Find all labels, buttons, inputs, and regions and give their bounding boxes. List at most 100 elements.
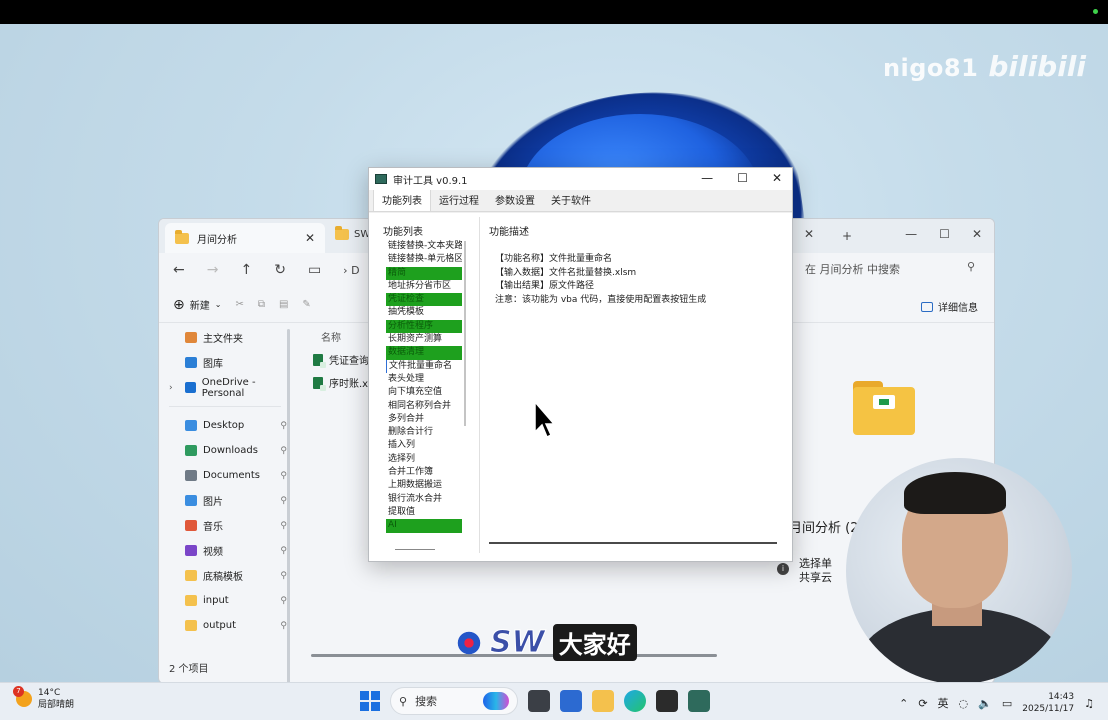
function-list-item[interactable]: 数据清理 — [386, 346, 462, 360]
quick-access-item[interactable]: Documents ⚲ — [159, 463, 291, 488]
function-list-item[interactable]: 抽凭模板 — [386, 306, 462, 319]
rename-icon[interactable]: ✎ — [302, 299, 310, 310]
network-icon[interactable]: ◌ — [959, 697, 969, 710]
quick-access-item[interactable]: 图片 ⚲ — [159, 488, 291, 513]
function-list-item[interactable]: 文件批量重命名 — [386, 359, 462, 373]
quick-access-item[interactable]: Downloads ⚲ — [159, 438, 291, 463]
sidebar-item[interactable]: 主文件夹 — [159, 325, 291, 350]
task-view-icon[interactable] — [528, 690, 550, 712]
function-list-item[interactable]: AI — [386, 519, 462, 533]
details-button[interactable]: 详细信息 — [921, 299, 978, 314]
forward-icon[interactable]: → — [207, 262, 219, 278]
function-list-item[interactable]: 分析性程序 — [386, 319, 462, 334]
close-tab-icon[interactable]: ✕ — [804, 227, 814, 241]
excel-file-icon — [313, 353, 326, 368]
pin-icon[interactable]: ⚲ — [280, 546, 287, 556]
maximize-icon[interactable]: ☐ — [939, 227, 950, 241]
notification-icon[interactable]: ♫ — [1084, 697, 1094, 710]
refresh-icon[interactable]: ↻ — [274, 262, 286, 278]
back-icon[interactable]: ← — [173, 262, 185, 278]
function-list: 链接替换-文本夹路 链接替换-单元格区 精简 地址拆分省市区 凭证检查 抽凭模板 分析性程序… — [386, 240, 462, 533]
quick-access-item[interactable]: output ⚲ — [159, 613, 291, 638]
clock[interactable]: 14:43 2025/11/17 — [1022, 691, 1074, 715]
details-hint: i 选择单 共享云 — [777, 557, 832, 585]
tool-tab[interactable]: 功能列表 — [373, 188, 431, 211]
taskbar-search[interactable]: ⚲ 搜索 — [390, 687, 518, 715]
function-list-item[interactable]: 提取值 — [386, 506, 462, 519]
function-list-item[interactable]: 精简 — [386, 266, 462, 280]
cut-icon[interactable]: ✂ — [235, 299, 243, 310]
store-icon[interactable] — [560, 690, 582, 712]
subtitle-logo-text: SW — [490, 625, 546, 661]
terminal-icon[interactable] — [656, 690, 678, 712]
quick-access-item[interactable]: Desktop ⚲ — [159, 413, 291, 438]
quick-access-item[interactable]: 视频 ⚲ — [159, 538, 291, 563]
pin-icon[interactable]: ⚲ — [280, 471, 287, 481]
sidebar-item[interactable]: › OneDrive - Personal — [159, 375, 291, 400]
close-icon[interactable]: ✕ — [972, 227, 982, 241]
chevron-right-icon[interactable]: › — [169, 383, 173, 393]
refresh-tray-icon[interactable]: ⟳ — [918, 697, 927, 710]
start-icon[interactable] — [360, 691, 380, 711]
new-tab-icon[interactable]: + — [842, 229, 852, 243]
copilot-icon[interactable] — [483, 692, 509, 710]
pin-icon[interactable]: ⚲ — [280, 621, 287, 631]
monitor-icon[interactable]: ▭ — [308, 262, 321, 278]
tab-month-analysis[interactable]: 月间分析 ✕ — [165, 223, 325, 253]
function-list-item[interactable]: 链接替换-单元格区 — [386, 253, 462, 266]
battery-icon[interactable]: ▭ — [1002, 697, 1012, 710]
quick-access-item[interactable]: 底稿模板 ⚲ — [159, 563, 291, 588]
function-list-item[interactable]: 上期数据搬运 — [386, 479, 462, 492]
maximize-icon[interactable]: ☐ — [737, 171, 748, 185]
function-list-item[interactable]: 删除合计行 — [386, 426, 462, 439]
function-list-item[interactable]: 多列合并 — [386, 413, 462, 426]
up-icon[interactable]: ↑ — [240, 262, 252, 278]
pin-icon[interactable]: ⚲ — [280, 571, 287, 581]
function-list-item[interactable]: 凭证检查 — [386, 293, 462, 307]
file-explorer-icon[interactable] — [592, 690, 614, 712]
sidebar-scrollbar[interactable] — [287, 329, 290, 683]
music-icon — [185, 520, 197, 531]
sidebar-item[interactable]: 图库 — [159, 350, 291, 375]
tab-sw[interactable]: SW — [335, 226, 370, 240]
breadcrumb[interactable]: › D — [343, 264, 359, 277]
function-list-item[interactable]: 长期资产测算 — [386, 333, 462, 346]
function-list-scrollbar[interactable] — [464, 241, 466, 426]
function-list-item[interactable]: 表头处理 — [386, 373, 462, 386]
pin-icon[interactable]: ⚲ — [280, 496, 287, 506]
chevron-up-icon[interactable]: ⌃ — [899, 697, 908, 710]
minimize-icon[interactable]: — — [905, 227, 917, 241]
function-list-item[interactable]: 银行流水合并 — [386, 493, 462, 506]
function-list-item[interactable]: 地址拆分省市区 — [386, 280, 462, 293]
function-list-item[interactable]: 插入列 — [386, 439, 462, 452]
function-list-item[interactable]: 链接替换-文本夹路 — [386, 240, 462, 253]
copy-icon[interactable]: ⧉ — [258, 299, 265, 310]
pin-icon[interactable]: ⚲ — [280, 521, 287, 531]
minimize-icon[interactable]: — — [701, 171, 713, 185]
pin-icon[interactable]: ⚲ — [280, 421, 287, 431]
new-button[interactable]: ⊕ 新建 ⌄ — [173, 297, 221, 313]
plus-icon: ⊕ — [173, 296, 185, 313]
weather-widget[interactable]: 7 14°C 局部晴朗 — [13, 686, 74, 711]
edge-icon[interactable] — [624, 690, 646, 712]
close-icon[interactable]: ✕ — [772, 171, 782, 185]
pin-icon[interactable]: ⚲ — [280, 596, 287, 606]
search-input[interactable]: 在 月间分析 中搜索 ⚲ — [795, 257, 985, 279]
quick-access-item[interactable]: input ⚲ — [159, 588, 291, 613]
quick-access-item[interactable]: 音乐 ⚲ — [159, 513, 291, 538]
pin-icon[interactable]: ⚲ — [280, 446, 287, 456]
function-list-item[interactable]: 相同名称列合并 — [386, 400, 462, 413]
tool-tab[interactable]: 运行过程 — [431, 189, 487, 211]
tool-tab[interactable]: 关于软件 — [543, 189, 599, 211]
paste-icon[interactable]: ▤ — [279, 299, 288, 310]
function-list-item[interactable]: 选择列 — [386, 453, 462, 466]
input-method[interactable]: 英 — [938, 695, 949, 711]
desktop-icon — [185, 420, 197, 431]
audit-tool-icon[interactable] — [688, 690, 710, 712]
volume-icon[interactable]: 🔈 — [978, 697, 992, 710]
close-tab-icon[interactable]: ✕ — [305, 231, 315, 245]
function-list-item[interactable]: 合并工作簿 — [386, 466, 462, 479]
tool-tab[interactable]: 参数设置 — [487, 189, 543, 211]
function-list-item[interactable]: 向下填充空值 — [386, 386, 462, 399]
tool-title-bar: 审计工具 v0.9.1 — ☐ ✕ — [369, 168, 792, 190]
